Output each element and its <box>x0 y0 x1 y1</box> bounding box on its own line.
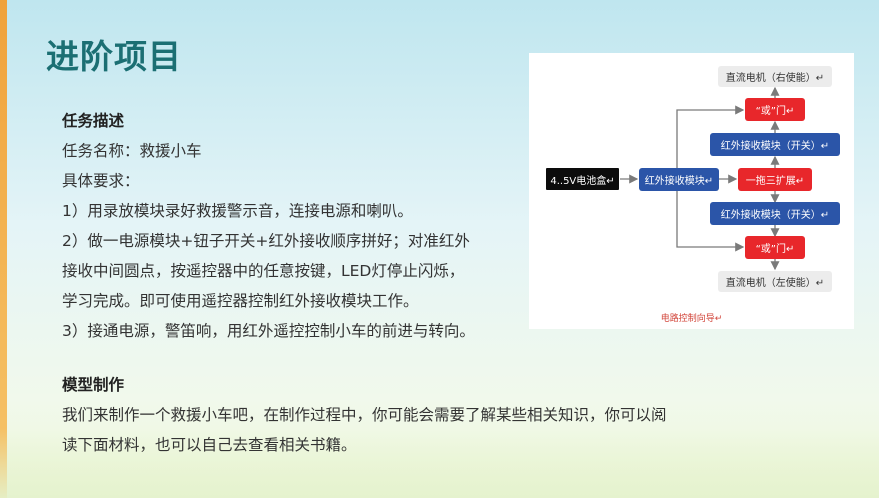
ir-switch-bottom-node: 红外接收模块（开关）↵ <box>710 202 840 225</box>
battery-box-node: 4..5V电池盒↵ <box>546 168 619 190</box>
task-heading: 任务描述 <box>62 112 125 130</box>
model-making-section: 模型制作 我们来制作一个救援小车吧，在制作过程中，你可能会需要了解某些相关知识，… <box>62 370 742 460</box>
splitter-node: 一拖三扩展↵ <box>738 168 812 191</box>
page-title: 进阶项目 <box>46 37 182 76</box>
or-gate-bottom-node: “或”门↵ <box>745 236 805 259</box>
model-heading: 模型制作 <box>62 376 125 394</box>
requirements-heading: 具体要求： <box>62 172 140 190</box>
requirement-2-line-1: 2）做一电源模块+钮子开关+红外接收顺序拼好；对准红外 <box>62 232 470 250</box>
model-text-line-1: 我们来制作一个救援小车吧，在制作过程中，你可能会需要了解某些相关知识，你可以阅 <box>62 406 667 424</box>
requirement-3: 3）接通电源，警笛响，用红外遥控控制小车的前进与转向。 <box>62 322 475 340</box>
task-name: 任务名称：救援小车 <box>62 142 202 160</box>
requirement-1: 1）用录放模块录好救援警示音，连接电源和喇叭。 <box>62 202 413 220</box>
requirement-2-line-2: 接收中间圆点，按遥控器中的任意按键，LED灯停止闪烁， <box>62 262 465 280</box>
model-text-line-2: 读下面材料，也可以自己去查看相关书籍。 <box>62 436 357 454</box>
task-description-section: 任务描述 任务名称：救援小车 具体要求： 1）用录放模块录好救援警示音，连接电源… <box>62 106 522 346</box>
diagram-caption: 电路控制向导↵ <box>660 314 723 324</box>
circuit-diagram: 直流电机（右使能）↵ “或”门↵ 红外接收模块（开关）↵ 4..5V电池盒↵ 红… <box>529 53 854 329</box>
motor-right-node: 直流电机（右使能）↵ <box>718 66 832 87</box>
requirement-2-line-3: 学习完成。即可使用遥控器控制红外接收模块工作。 <box>62 292 419 310</box>
ir-receiver-node: 红外接收模块↵ <box>639 168 719 191</box>
ir-switch-top-node: 红外接收模块（开关）↵ <box>710 133 840 156</box>
left-accent-stripe <box>0 0 7 498</box>
motor-left-node: 直流电机（左使能）↵ <box>718 271 832 292</box>
or-gate-top-node: “或”门↵ <box>745 98 805 121</box>
